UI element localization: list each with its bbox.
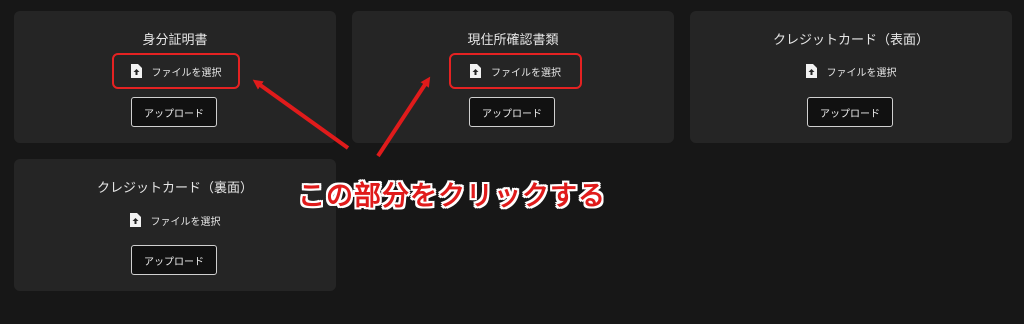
upload-card-id-document: 身分証明書 ファイルを選択 アップロード xyxy=(14,11,336,143)
card-title: クレジットカード（表面） xyxy=(772,33,929,48)
upload-card-credit-card-front: クレジットカード（表面） ファイルを選択 アップロード xyxy=(690,11,1012,143)
file-upload-icon xyxy=(805,64,817,78)
card-title: クレジットカード（裏面） xyxy=(96,181,253,196)
upload-card-address-document: 現住所確認書類 ファイルを選択 アップロード xyxy=(352,11,674,143)
upload-button[interactable]: アップロード xyxy=(131,97,217,127)
file-select-label: ファイルを選択 xyxy=(151,67,222,79)
file-upload-icon xyxy=(470,64,481,78)
file-select-button[interactable]: ファイルを選択 xyxy=(787,53,915,89)
upload-button[interactable]: アップロード xyxy=(807,97,893,127)
file-select-button[interactable]: ファイルを選択 xyxy=(111,202,239,238)
file-upload-icon xyxy=(130,64,142,78)
upload-card-credit-card-back: クレジットカード（裏面） ファイルを選択 アップロード xyxy=(14,159,336,291)
card-title: 身分証明書 xyxy=(142,33,208,48)
upload-button[interactable]: アップロード xyxy=(469,97,555,127)
file-select-label: ファイルを選択 xyxy=(150,216,221,228)
file-upload-icon xyxy=(129,213,141,227)
card-title: 現住所確認書類 xyxy=(467,33,559,48)
annotation-callout: この部分をクリックする xyxy=(298,181,606,212)
file-select-button[interactable]: ファイルを選択 xyxy=(449,53,582,89)
file-select-button[interactable]: ファイルを選択 xyxy=(112,53,240,89)
file-select-label: ファイルを選択 xyxy=(491,67,561,79)
upload-button[interactable]: アップロード xyxy=(131,245,217,275)
file-select-label: ファイルを選択 xyxy=(826,67,897,79)
